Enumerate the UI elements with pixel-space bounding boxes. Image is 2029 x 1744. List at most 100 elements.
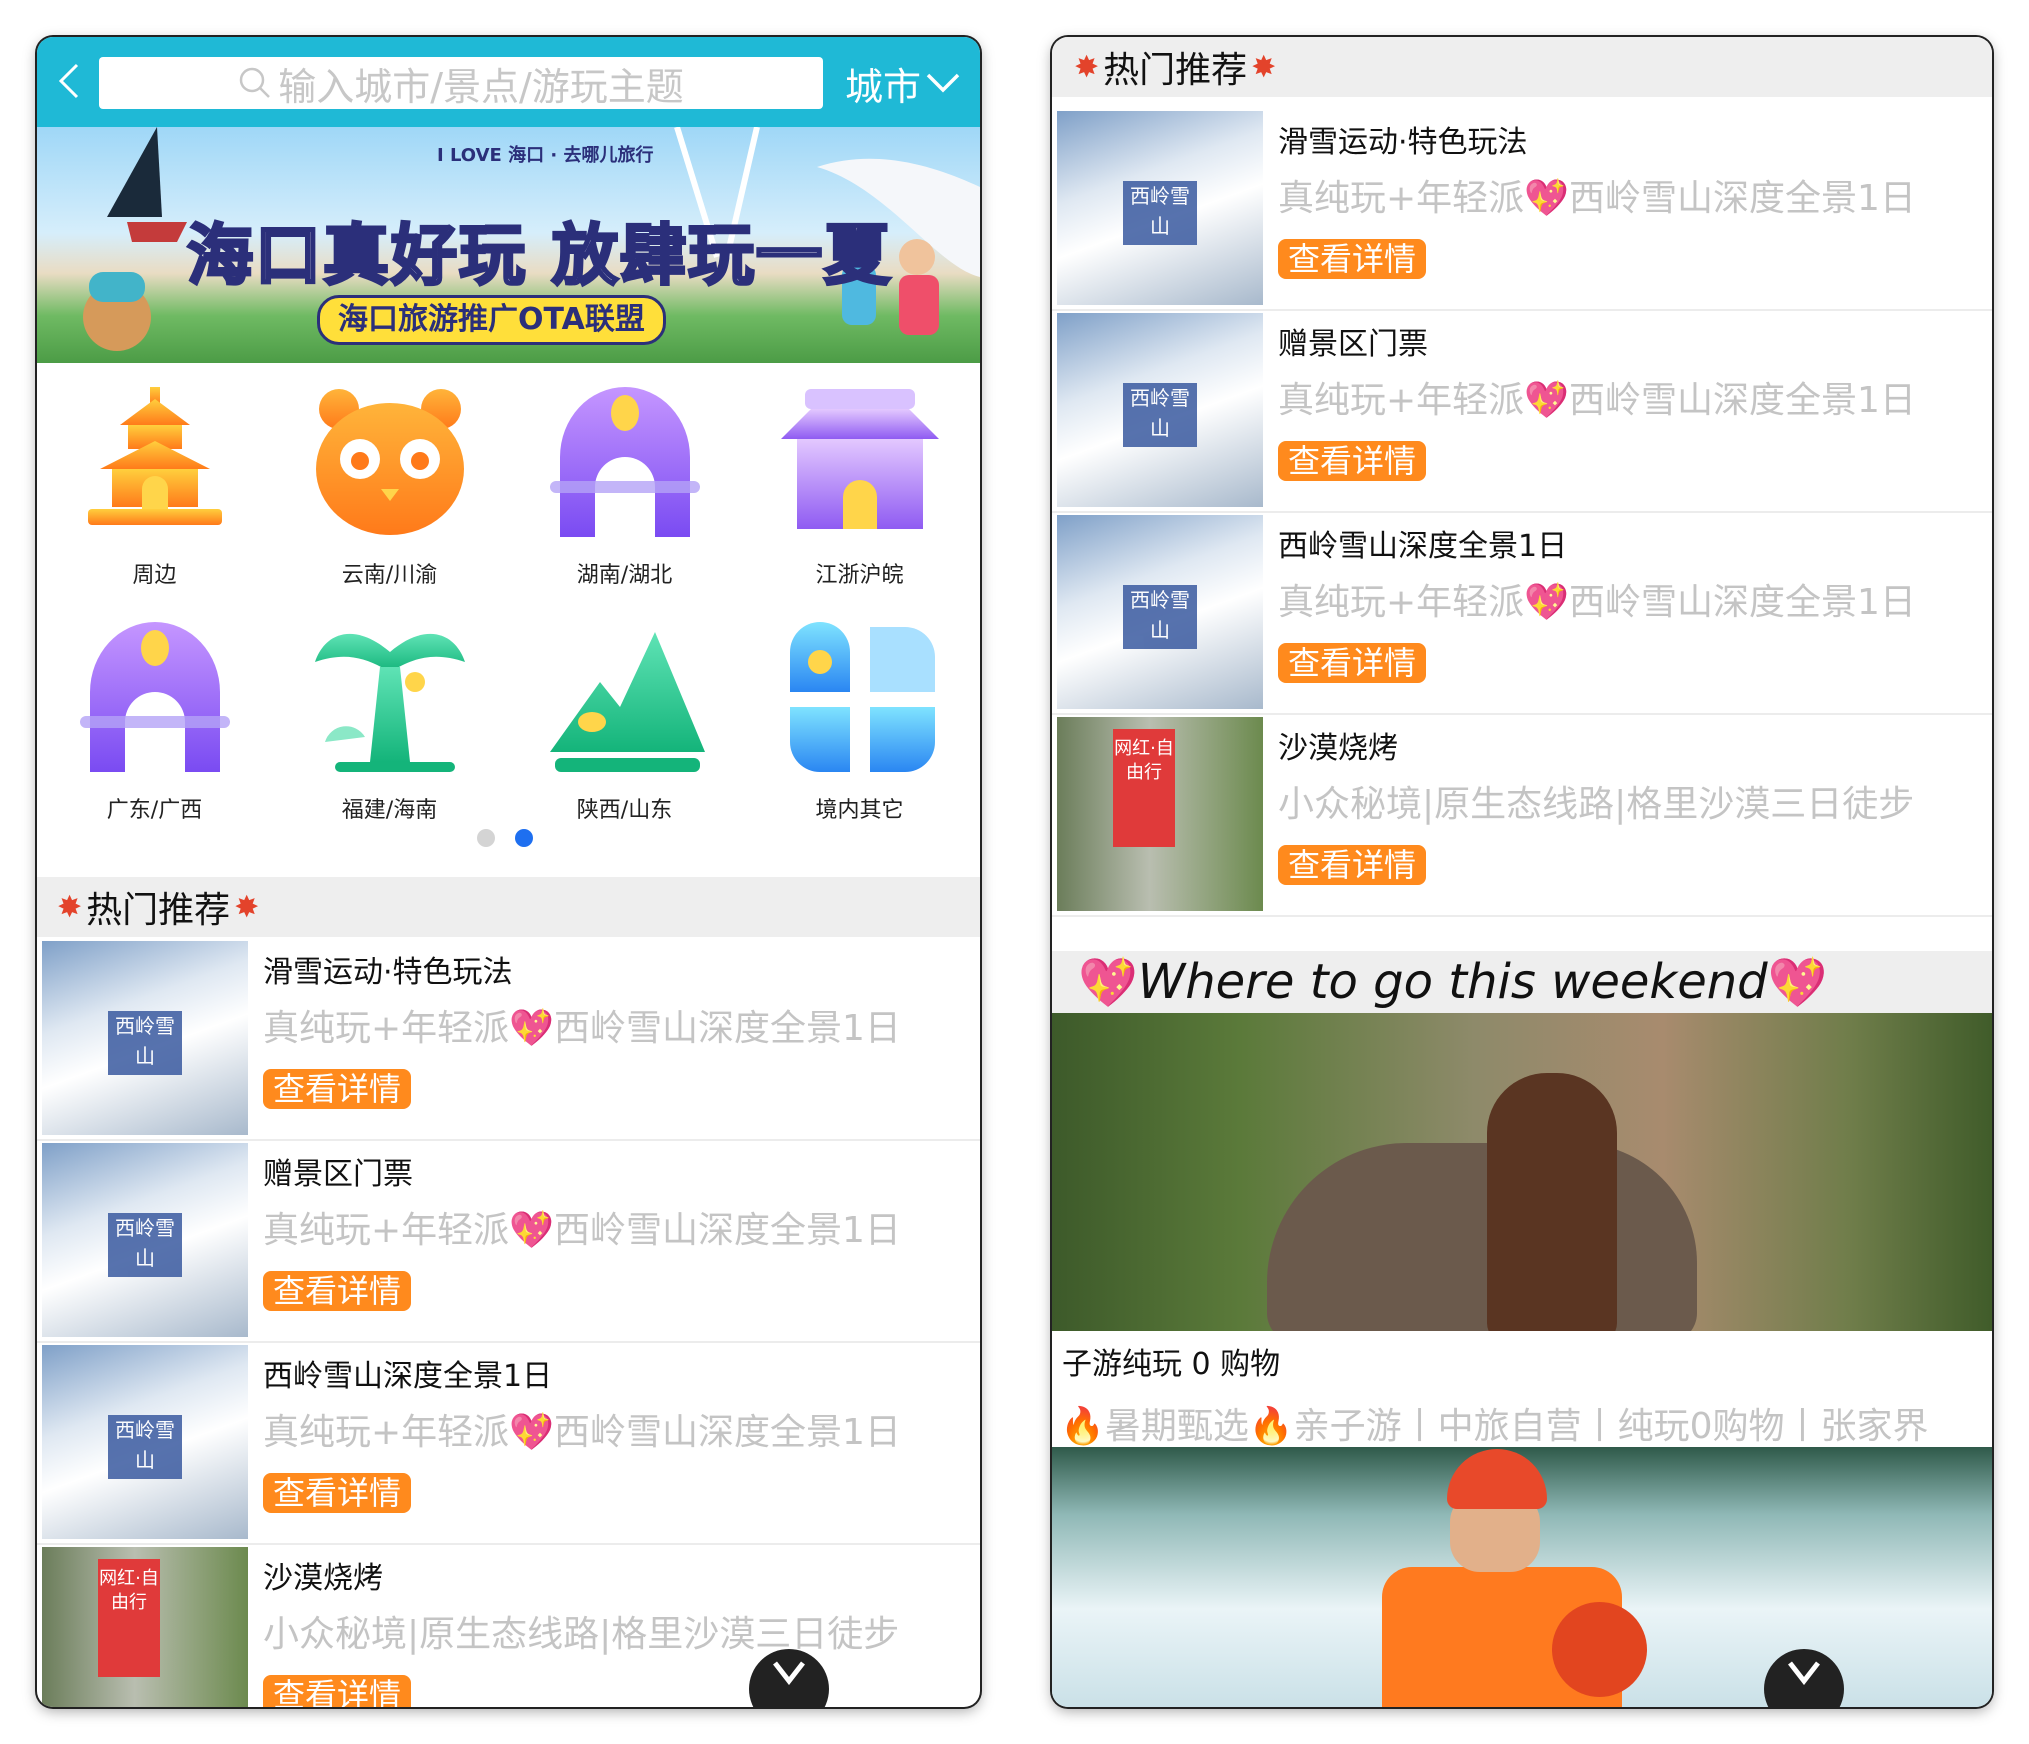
product-thumbnail: 西岭雪山 (42, 941, 248, 1135)
product-title: 滑雪运动·特色玩法 (1278, 125, 1528, 160)
product-subtitle: 小众秘境|原生态线路|格里沙漠三日徒步 (1278, 784, 1915, 825)
helmet-illustration (1447, 1449, 1547, 1509)
product-thumbnail: 西岭雪山 (1057, 111, 1263, 305)
view-details-button[interactable]: 查看详情 (263, 1271, 412, 1311)
search-input[interactable]: 输入城市/景点/游玩主题 (99, 57, 823, 109)
arch-icon (79, 622, 230, 772)
section-title: Where to go this weekend (1137, 954, 1768, 1010)
chevron-down-icon (773, 1661, 805, 1685)
category-jiangzhe[interactable]: 江浙沪皖 (742, 363, 977, 598)
thumb-badge: 西岭雪山 (1123, 181, 1197, 245)
thumb-badge: 西岭雪山 (108, 1213, 182, 1277)
product-subtitle: 真纯玩+年轻派💖西岭雪山深度全景1日 (263, 1008, 901, 1049)
view-details-button[interactable]: 查看详情 (1278, 845, 1427, 885)
hot-section-header: ✸ 热门推荐 ✸ (37, 877, 980, 937)
product-row[interactable]: 西岭雪山 赠景区门票 真纯玩+年轻派💖西岭雪山深度全景1日 查看详情 (37, 1139, 980, 1343)
person-illustration (1487, 1073, 1617, 1331)
clover-icon (789, 622, 935, 772)
category-other[interactable]: 境内其它 (742, 598, 977, 833)
page-dot[interactable] (477, 829, 495, 847)
city-label: 城市 (845, 64, 922, 109)
product-thumbnail: 西岭雪山 (42, 1143, 248, 1337)
product-subtitle: 真纯玩+年轻派💖西岭雪山深度全景1日 (1278, 380, 1916, 421)
page-indicator (477, 829, 533, 847)
thumb-badge: 西岭雪山 (108, 1415, 182, 1479)
elephant-illustration (1267, 1143, 1697, 1331)
view-details-button[interactable]: 查看详情 (1278, 239, 1427, 279)
city-selector[interactable]: 城市 (845, 53, 961, 113)
category-label: 陕西/山东 (576, 798, 673, 823)
view-details-button[interactable]: 查看详情 (1278, 643, 1427, 683)
category-label: 周边 (132, 563, 177, 588)
hot-section-header: ✸ 热门推荐 ✸ (1052, 37, 1992, 97)
thumb-badge: 西岭雪山 (1123, 383, 1197, 447)
category-label: 湖南/湖北 (576, 563, 673, 588)
product-subtitle: 真纯玩+年轻派💖西岭雪山深度全景1日 (263, 1412, 901, 1453)
promo-banner[interactable]: I LOVE 海口 · 去哪儿旅行 海口真好玩 放肆玩一夏 海口旅游推广OTA联… (37, 127, 980, 363)
category-yunnan[interactable]: 云南/川渝 (272, 363, 507, 598)
helmet-illustration (1552, 1602, 1647, 1697)
product-row[interactable]: 西岭雪山 赠景区门票 真纯玩+年轻派💖西岭雪山深度全景1日 查看详情 (1052, 309, 1992, 513)
mountain-icon (549, 632, 705, 772)
thumb-badge: 西岭雪山 (1123, 585, 1197, 649)
thumb-badge: 网红·自由行 (98, 1559, 160, 1677)
product-thumbnail: 西岭雪山 (1057, 313, 1263, 507)
weekend-caption: 子游纯玩 0 购物 (1062, 1347, 1281, 1382)
category-label: 云南/川渝 (341, 563, 438, 588)
product-row[interactable]: 西岭雪山 西岭雪山深度全景1日 真纯玩+年轻派💖西岭雪山深度全景1日 查看详情 (1052, 511, 1992, 715)
page-dot-active[interactable] (515, 829, 533, 847)
chevron-down-icon (926, 73, 960, 93)
product-title: 西岭雪山深度全景1日 (263, 1359, 553, 1394)
view-details-button[interactable]: 查看详情 (263, 1675, 412, 1707)
heart-icon: 💖 (1767, 954, 1828, 1011)
category-hunan[interactable]: 湖南/湖北 (507, 363, 742, 598)
category-fujian[interactable]: 福建/海南 (272, 598, 507, 833)
view-details-button[interactable]: 查看详情 (1278, 441, 1427, 481)
phone-screen-right: ✸ 热门推荐 ✸ 西岭雪山 滑雪运动·特色玩法 真纯玩+年轻派💖西岭雪山深度全景… (1052, 37, 1992, 1707)
weekend-photo-rafting[interactable] (1052, 1447, 1992, 1707)
chevron-down-icon (1788, 1661, 1820, 1685)
phone-screen-left: 输入城市/景点/游玩主题 城市 I LOVE 海口 · 去哪儿旅行 海口真好玩 … (37, 37, 980, 1707)
category-label: 江浙沪皖 (815, 563, 904, 588)
weekend-photo-elephant[interactable] (1052, 1013, 1992, 1331)
banner-logo: I LOVE 海口 · 去哪儿旅行 (437, 145, 654, 166)
product-title: 西岭雪山深度全景1日 (1278, 529, 1568, 564)
product-row[interactable]: 网红·自由行 沙漠烧烤 小众秘境|原生态线路|格里沙漠三日徒步 查看详情 (37, 1543, 980, 1707)
product-title: 赠景区门票 (263, 1157, 413, 1192)
product-title: 滑雪运动·特色玩法 (263, 955, 513, 990)
view-details-button[interactable]: 查看详情 (263, 1069, 412, 1109)
top-bar: 输入城市/景点/游玩主题 城市 (37, 37, 980, 127)
product-subtitle: 小众秘境|原生态线路|格里沙漠三日徒步 (263, 1614, 900, 1655)
thumb-badge: 西岭雪山 (108, 1011, 182, 1075)
palm-icon (314, 633, 465, 772)
product-subtitle: 真纯玩+年轻派💖西岭雪山深度全景1日 (263, 1210, 901, 1251)
product-row[interactable]: 西岭雪山 西岭雪山深度全景1日 真纯玩+年轻派💖西岭雪山深度全景1日 查看详情 (37, 1341, 980, 1545)
category-label: 境内其它 (815, 798, 904, 823)
category-label: 广东/广西 (106, 798, 203, 823)
category-guangdong[interactable]: 广东/广西 (37, 598, 272, 833)
sparkle-icon: ✸ (1251, 49, 1277, 85)
category-shaanxi[interactable]: 陕西/山东 (507, 598, 742, 833)
product-row[interactable]: 西岭雪山 滑雪运动·特色玩法 真纯玩+年轻派💖西岭雪山深度全景1日 查看详情 (1052, 107, 1992, 311)
banner-subtitle: 海口旅游推广OTA联盟 (317, 295, 666, 345)
product-title: 沙漠烧烤 (263, 1561, 383, 1596)
weekend-subtitle: 🔥暑期甄选🔥亲子游丨中旅自营丨纯玩0购物丨张家界 (1060, 1406, 1929, 1447)
product-thumbnail: 网红·自由行 (42, 1547, 248, 1707)
category-label: 福建/海南 (341, 798, 438, 823)
product-row[interactable]: 西岭雪山 滑雪运动·特色玩法 真纯玩+年轻派💖西岭雪山深度全景1日 查看详情 (37, 937, 980, 1141)
view-details-button[interactable]: 查看详情 (263, 1473, 412, 1513)
weekend-section-header: 💖 Where to go this weekend 💖 (1052, 951, 1992, 1013)
banner-title: 海口真好玩 放肆玩一夏 (186, 216, 892, 296)
product-thumbnail: 西岭雪山 (42, 1345, 248, 1539)
category-zhoubian[interactable]: 周边 (37, 363, 272, 598)
thumb-badge: 网红·自由行 (1113, 729, 1175, 847)
product-row[interactable]: 网红·自由行 沙漠烧烤 小众秘境|原生态线路|格里沙漠三日徒步 查看详情 (1052, 713, 1992, 917)
product-title: 沙漠烧烤 (1278, 731, 1398, 766)
sparkle-icon: ✸ (57, 889, 83, 925)
product-thumbnail: 西岭雪山 (1057, 515, 1263, 709)
product-title: 赠景区门票 (1278, 327, 1428, 362)
search-placeholder: 输入城市/景点/游玩主题 (278, 64, 684, 109)
product-subtitle: 真纯玩+年轻派💖西岭雪山深度全景1日 (1278, 178, 1916, 219)
product-subtitle: 真纯玩+年轻派💖西岭雪山深度全景1日 (1278, 582, 1916, 623)
back-arrow-icon[interactable] (49, 51, 89, 111)
